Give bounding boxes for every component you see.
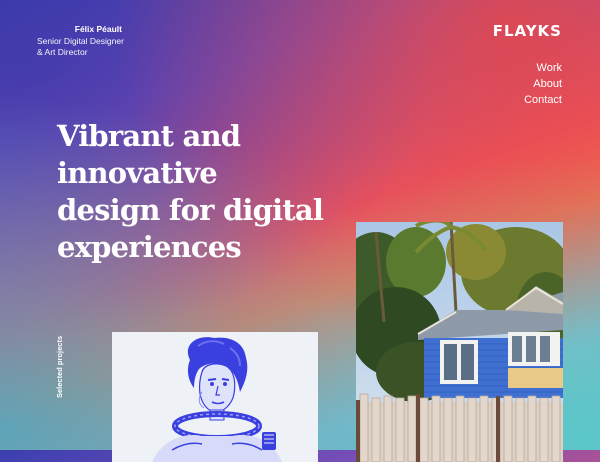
astronaut-portrait-image	[112, 332, 318, 462]
hero-line-3: design for digital	[57, 193, 324, 227]
nav-contact-link[interactable]: Contact	[524, 92, 562, 108]
hero-line-1: Vibrant and	[57, 119, 241, 153]
hero-headline: Vibrant and innovative design for digita…	[57, 118, 357, 266]
hero-line-4: experiences	[57, 230, 242, 264]
project-card-house[interactable]	[356, 222, 563, 462]
selected-projects-label: Selected projects	[55, 335, 64, 398]
brand-logo[interactable]: FLAYKS	[493, 22, 562, 40]
hero-line-2: innovative	[57, 156, 218, 190]
author-role-line-2: & Art Director	[37, 47, 88, 57]
nav-work-link[interactable]: Work	[524, 60, 562, 76]
author-info: Félix Péault Senior Digital Designer & A…	[37, 24, 124, 59]
main-nav: Work About Contact	[524, 60, 562, 108]
author-name: Félix Péault	[74, 24, 122, 34]
blue-house-photo	[356, 222, 563, 462]
nav-about-link[interactable]: About	[524, 76, 562, 92]
project-card-portrait[interactable]	[112, 332, 318, 462]
author-role-line-1: Senior Digital Designer	[37, 35, 124, 46]
